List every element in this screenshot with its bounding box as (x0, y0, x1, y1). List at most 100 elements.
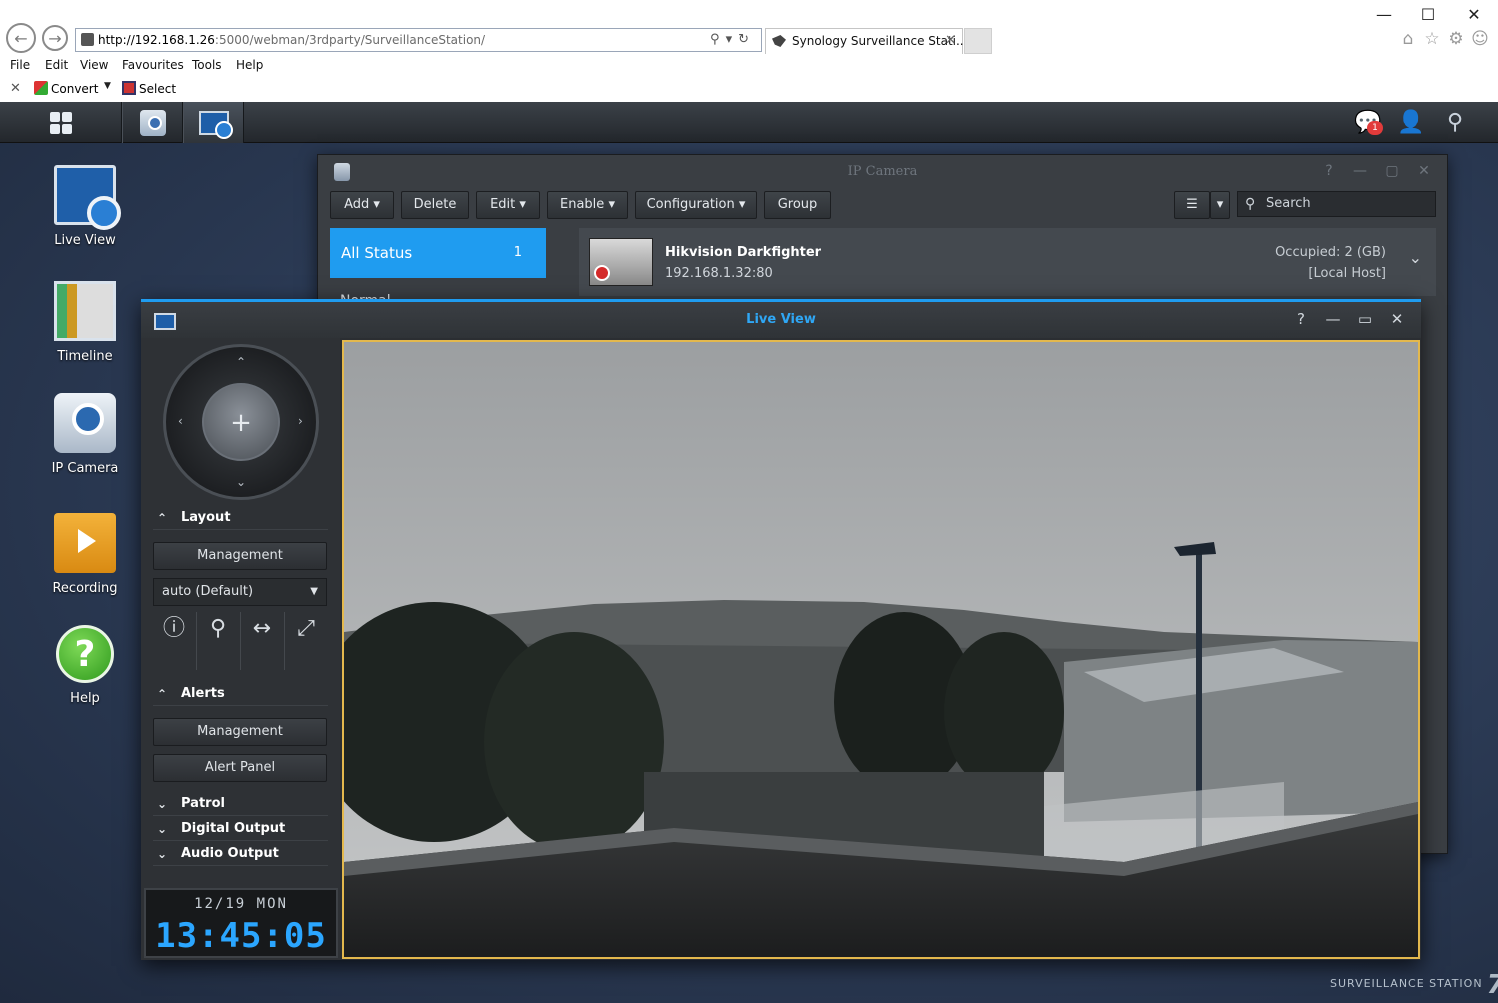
divider (240, 612, 241, 670)
taskbar-ip-camera[interactable] (122, 102, 183, 143)
taskbar-live-view[interactable] (183, 102, 244, 143)
camera-ip: 192.168.1.32:80 (665, 266, 773, 281)
desktop-icon-recording[interactable]: Recording (34, 513, 136, 596)
help-icon[interactable]: ? (1320, 163, 1338, 179)
section-alerts[interactable]: ⌃ Alerts (153, 682, 328, 706)
chevron-right-icon[interactable]: › (298, 414, 303, 428)
back-button[interactable]: ← (6, 23, 36, 53)
help-question-icon: ? (56, 625, 114, 683)
fit-width-icon[interactable]: ↔ (247, 614, 277, 644)
menu-tools[interactable]: Tools (192, 58, 222, 72)
select-label: Select (139, 82, 177, 96)
alert-panel-button[interactable]: Alert Panel (153, 754, 327, 782)
desktop-icon-ip-camera[interactable]: IP Camera (34, 393, 136, 476)
section-digital-output[interactable]: ⌄ Digital Output (153, 817, 328, 841)
desktop-icon-help[interactable]: ? Help (34, 625, 136, 706)
info-icon[interactable]: ⓘ (159, 614, 189, 644)
section-label: Audio Output (181, 846, 279, 861)
chevron-down-icon[interactable]: ⌄ (236, 475, 246, 489)
chevron-down-icon[interactable]: ▼ (104, 81, 111, 91)
close-window-button[interactable]: ✕ (1463, 4, 1485, 26)
user-icon[interactable]: 👤 (1396, 108, 1426, 138)
chevron-down-icon: ▾ (608, 197, 615, 212)
chevron-down-icon: ▾ (373, 197, 380, 212)
clock-time: 13:45:05 (155, 916, 327, 956)
minimize-icon[interactable]: — (1351, 163, 1369, 179)
section-layout[interactable]: ⌃ Layout (153, 506, 328, 530)
smiley-feedback-icon[interactable]: ☺ (1469, 28, 1491, 50)
help-icon[interactable]: ? (1292, 310, 1310, 328)
configuration-button[interactable]: Configuration ▾ (635, 191, 757, 219)
layout-select[interactable]: auto (Default) ▼ (153, 578, 327, 606)
menu-edit[interactable]: Edit (45, 58, 68, 72)
desktop-icon-label: IP Camera (51, 461, 119, 476)
sort-dropdown-button[interactable]: ▾ (1210, 191, 1230, 219)
filter-all-status[interactable]: All Status 1 (330, 228, 546, 278)
divider (284, 612, 285, 670)
camera-list-item[interactable]: Hikvision Darkfighter 192.168.1.32:80 Oc… (579, 228, 1436, 296)
chevron-down-icon: ⌄ (157, 797, 168, 811)
edit-button[interactable]: Edit ▾ (476, 191, 540, 219)
close-icon[interactable]: ✕ (1388, 310, 1406, 328)
maximize-window-button[interactable]: ☐ (1417, 4, 1439, 26)
delete-button[interactable]: Delete (401, 191, 469, 219)
menu-favourites[interactable]: Favourites (122, 58, 184, 72)
add-button[interactable]: Add ▾ (330, 191, 394, 219)
dropdown-caret-icon[interactable]: ▾ (726, 32, 739, 47)
gear-icon[interactable]: ⚙ (1445, 28, 1467, 50)
refresh-icon[interactable]: ↻ (738, 32, 755, 47)
close-icon[interactable]: ✕ (945, 29, 956, 53)
search-icon[interactable]: ⚲ (710, 32, 726, 47)
section-audio-output[interactable]: ⌄ Audio Output (153, 842, 328, 866)
chevron-up-icon[interactable]: ⌃ (236, 355, 246, 369)
search-input[interactable]: ⚲ Search (1237, 191, 1436, 217)
delete-label: Delete (413, 197, 457, 212)
select-button[interactable]: Select (122, 81, 176, 96)
address-tools: ⚲▾↻ (710, 29, 755, 51)
browser-tab[interactable]: Synology Surveillance Stati... ✕ (765, 28, 967, 54)
forward-button[interactable]: → (42, 25, 68, 51)
main-menu-button[interactable] (0, 102, 122, 143)
close-icon[interactable]: ✕ (10, 81, 21, 96)
search-icon[interactable]: ⚲ (1440, 108, 1470, 138)
button-label: Alert Panel (204, 760, 276, 775)
chevron-down-icon: ▾ (738, 197, 746, 212)
chevron-down-icon[interactable]: ⌄ (1409, 248, 1422, 267)
desktop-icon-live-view[interactable]: Live View (34, 165, 136, 248)
ptz-joystick[interactable]: ⌃ ⌄ ‹ › (163, 344, 319, 500)
section-label: Digital Output (181, 821, 286, 836)
menu-file[interactable]: File (10, 58, 30, 72)
enable-button[interactable]: Enable ▾ (547, 191, 628, 219)
address-bar[interactable]: http://192.168.1.26:5000/webman/3rdparty… (75, 28, 762, 52)
new-tab-button[interactable] (964, 28, 992, 54)
camera-name: Hikvision Darkfighter (665, 245, 822, 260)
alerts-management-button[interactable]: Management (153, 718, 327, 746)
home-icon[interactable]: ⌂ (1397, 28, 1419, 50)
chevron-left-icon[interactable]: ‹ (178, 414, 183, 428)
browser-chrome: ← → http://192.168.1.26:5000/webman/3rdp… (0, 0, 1498, 102)
sort-button[interactable]: ☰ (1174, 191, 1210, 219)
close-icon[interactable]: ✕ (1415, 163, 1433, 179)
chevron-down-icon: ⌄ (157, 822, 168, 836)
desktop-icon-timeline[interactable]: Timeline (34, 281, 136, 364)
button-label: Management (197, 548, 283, 563)
minimize-window-button[interactable]: — (1373, 4, 1395, 26)
minimize-icon[interactable]: — (1324, 310, 1342, 328)
ptz-zoom-knob[interactable] (202, 383, 280, 461)
live-view-sidebar: ⌃ ⌄ ‹ › ⌃ Layout Management auto (Default… (141, 338, 340, 960)
map-pin-icon[interactable]: ⚲ (203, 614, 233, 644)
favorites-star-icon[interactable]: ☆ (1421, 28, 1443, 50)
maximize-icon[interactable]: ▢ (1383, 163, 1401, 179)
section-patrol[interactable]: ⌄ Patrol (153, 792, 328, 816)
group-button[interactable]: Group (764, 191, 831, 219)
maximize-icon[interactable]: ▭ (1356, 310, 1374, 328)
camera-occupied-storage: Occupied: 2 (GB) (1275, 245, 1386, 260)
convert-button[interactable]: Convert (34, 81, 98, 96)
live-view-titlebar[interactable]: Live View ? — ▭ ✕ (141, 302, 1421, 338)
menu-view[interactable]: View (80, 58, 108, 72)
fullscreen-icon[interactable]: ⤢ (291, 614, 321, 644)
menu-help[interactable]: Help (236, 58, 263, 72)
layout-management-button[interactable]: Management (153, 542, 327, 570)
main-menu-icon (49, 111, 72, 134)
camera-feed[interactable] (342, 340, 1420, 959)
